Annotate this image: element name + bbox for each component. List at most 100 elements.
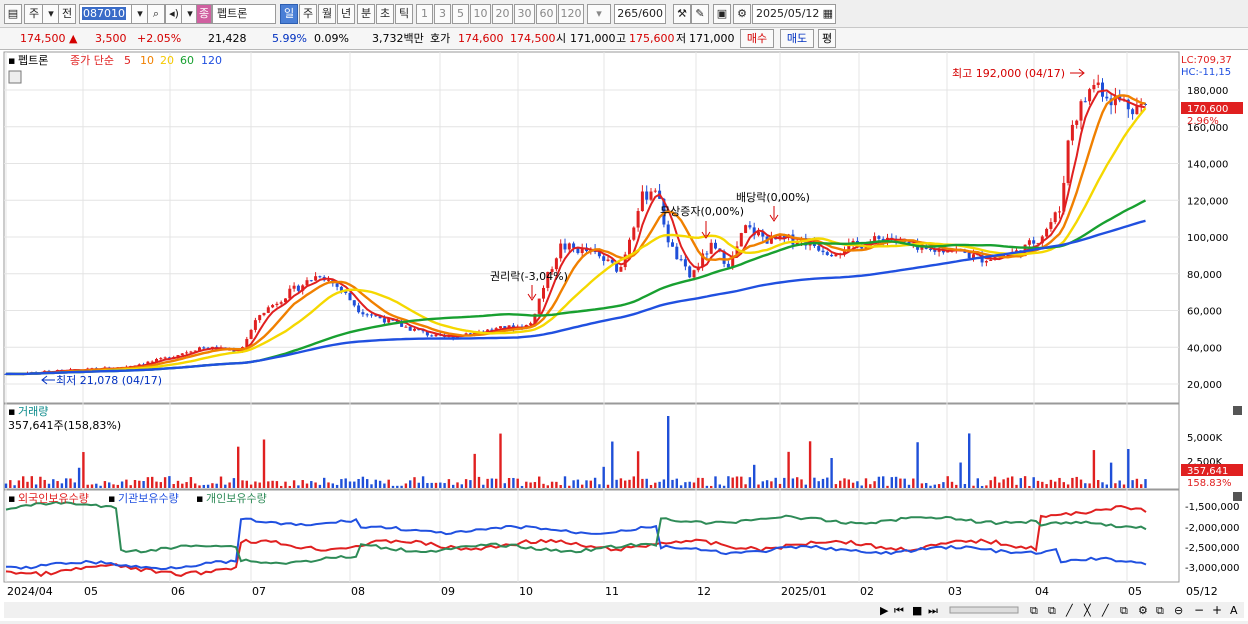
volume-bar [903, 478, 906, 488]
volume-bar [602, 466, 605, 488]
volume-toggle-icon[interactable]: ▪ [8, 405, 15, 418]
x-axis-label: 02 [860, 585, 874, 598]
interval-5-button[interactable]: 5 [452, 4, 469, 24]
candle-body [726, 263, 730, 268]
interval-3-button[interactable]: 3 [434, 4, 451, 24]
period-minute-button[interactable]: 분 [357, 4, 375, 24]
holdings-panel-close-icon[interactable] [1233, 492, 1242, 501]
volume-bar [538, 476, 541, 488]
chart-area[interactable]: 2024/04 05 06 07 08 09 10 11 12 2025/01 02 03 04 05 ▪… [0, 50, 1248, 621]
zoom-out-icon[interactable]: − [1194, 603, 1204, 617]
date-field[interactable]: 2025/05/12 ▦ [752, 4, 836, 24]
stop-icon[interactable]: ■ [912, 604, 922, 617]
volume-bar [632, 476, 635, 488]
volume-bar [882, 476, 885, 488]
candle-body [817, 246, 821, 251]
volume-bar [482, 484, 485, 488]
volume-bar [748, 477, 752, 488]
volume-bar [181, 483, 184, 488]
candle-body [404, 326, 408, 328]
period-ju-toggle[interactable]: 주 [24, 4, 44, 24]
volume-bar [847, 479, 850, 488]
zoom-in-icon[interactable]: + [1212, 603, 1222, 617]
volume-bar [434, 482, 438, 488]
interval-30-button[interactable]: 30 [514, 4, 535, 24]
volume-bar [933, 484, 936, 488]
layout-icon[interactable]: ⧉ [1030, 604, 1038, 617]
x-axis-label: 06 [171, 585, 185, 598]
interval-1-button[interactable]: 1 [416, 4, 433, 24]
volume-bar [284, 481, 287, 488]
candle-body [744, 225, 748, 234]
search-icon[interactable]: ⌕ [147, 4, 165, 24]
volume-bar [447, 479, 451, 488]
volume-bar [787, 451, 790, 488]
chart-tools-icon[interactable]: ⚒ [673, 4, 691, 24]
period-day-button[interactable]: 일 [280, 4, 298, 24]
scroll-right-icon[interactable]: ▶ [880, 604, 889, 617]
period-year-button[interactable]: 년 [337, 4, 355, 24]
volume-bar [516, 478, 519, 488]
zoom-slider[interactable] [949, 606, 1019, 614]
calculator-icon[interactable] [8, 70, 22, 84]
auto-scale-icon[interactable]: A [1230, 604, 1238, 617]
price-panel-name: 펩트론 [18, 54, 48, 67]
candle-body [314, 276, 318, 281]
stock-name-field[interactable]: 펩트론 [212, 4, 276, 24]
zoom-out-small-icon[interactable]: ⊖ [1174, 604, 1183, 617]
holdings-toggle-icon[interactable]: ▪ [8, 492, 15, 505]
draw-tools-icon[interactable]: ✎ [691, 4, 709, 24]
volume-bar [90, 484, 94, 488]
volume-bar [108, 482, 111, 488]
candle-body [542, 287, 545, 299]
candle-body [606, 259, 610, 261]
volume-value: 357,641주(158,83%) [8, 419, 121, 432]
interval-10-button[interactable]: 10 [470, 4, 491, 24]
sell-button[interactable]: 매도 [780, 29, 814, 48]
scroll-last-icon[interactable]: ⏭ [928, 604, 938, 617]
volume-bar [813, 477, 816, 488]
interval-60-button[interactable]: 60 [536, 4, 557, 24]
period-week-button[interactable]: 주 [299, 4, 317, 24]
volume-bar [241, 480, 244, 488]
copy-icon[interactable]: ⧉ [1156, 604, 1164, 617]
volume-bar [374, 479, 377, 488]
lc-label: LC:709,37 [1181, 55, 1232, 66]
compare-icon[interactable]: ⧉ [1120, 604, 1128, 617]
period-tick-button[interactable]: 틱 [395, 4, 413, 24]
calendar-icon[interactable]: ▦ [823, 5, 833, 23]
gear-icon[interactable]: ⚙ [733, 4, 751, 24]
volume-panel-close-icon[interactable] [1233, 406, 1242, 415]
interval-120-button[interactable]: 120 [558, 4, 584, 24]
volume-bar [99, 485, 102, 488]
volume-bar [611, 441, 614, 488]
layout2-icon[interactable]: ⧉ [1048, 604, 1056, 617]
volume-bar [899, 478, 902, 488]
holdings-tick: -1,500,000 [1185, 502, 1240, 513]
average-button[interactable]: 평 [818, 29, 836, 48]
indicator-toggle-icon[interactable]: ▪ [8, 54, 15, 67]
interval-dropdown-icon[interactable]: ▾ [587, 4, 611, 24]
current-price: 174,500 ▲ [20, 32, 78, 45]
scroll-first-icon[interactable]: ⏮ [894, 604, 904, 617]
period-month-button[interactable]: 월 [318, 4, 336, 24]
candle-body [1058, 211, 1061, 213]
x-axis-label: 04 [1035, 585, 1049, 598]
settings-icon[interactable]: ⚙ [1138, 604, 1148, 617]
data-count-field[interactable]: 265/600 [614, 4, 666, 24]
candle-body [271, 305, 275, 308]
save-icon[interactable]: ▣ [713, 4, 731, 24]
volume-bar [550, 481, 554, 488]
event-bonus-issue: 무상증자(0,00%) [660, 205, 744, 218]
candle-body [1053, 212, 1057, 223]
candle-body [180, 353, 184, 356]
buy-button[interactable]: 매수 [740, 29, 774, 48]
volume-bar [267, 481, 270, 488]
candle-body [537, 298, 541, 314]
interval-20-button[interactable]: 20 [492, 4, 513, 24]
stock-code-input[interactable]: 087010 [79, 4, 133, 24]
window-menu-icon[interactable]: ▤ [4, 4, 22, 24]
period-second-button[interactable]: 초 [376, 4, 394, 24]
period-jeon-toggle[interactable]: 전 [58, 4, 76, 24]
volume-bar [740, 476, 743, 488]
